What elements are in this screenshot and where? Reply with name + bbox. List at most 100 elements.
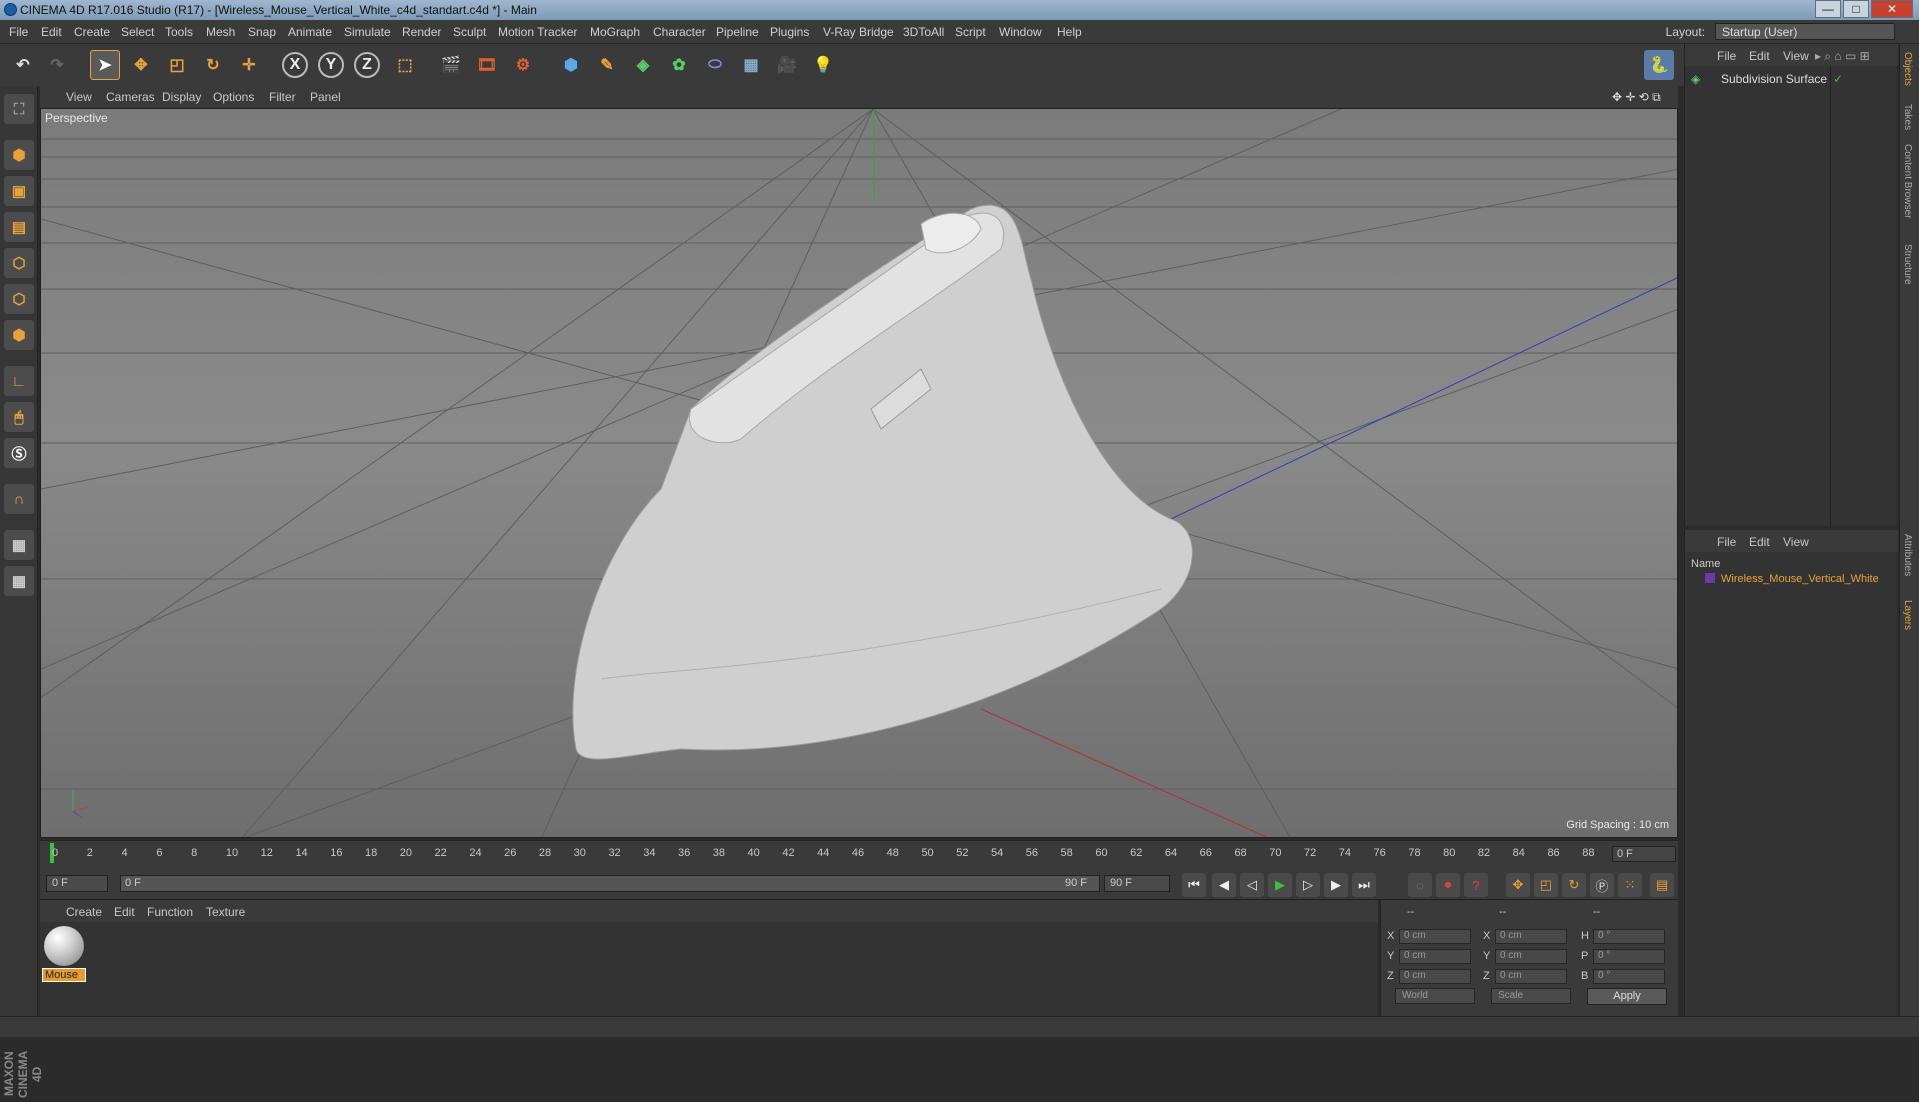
menu-vray-bridge[interactable]: V-Ray Bridge [823,25,894,39]
planar-workplane-icon[interactable]: ▦ [4,566,34,596]
render-view-icon[interactable]: 🎬 [436,50,466,80]
tab-objects[interactable]: Objects [1902,52,1913,86]
viewport-menu-options[interactable]: Options [213,90,254,104]
maximize-button[interactable]: □ [1843,0,1869,18]
coordinate-system-icon[interactable]: ⬚ [390,50,420,80]
menu-file[interactable]: File [9,25,28,39]
objects-menu-edit[interactable]: Edit [1749,49,1770,63]
prev-key-icon[interactable]: ◀ [1212,873,1236,897]
tweak-mode-icon[interactable]: 🖱 [4,402,34,432]
layout-dropdown[interactable]: Startup (User) [1715,23,1895,40]
size-mode-dropdown[interactable]: Scale [1491,988,1571,1004]
select-arrow-icon[interactable]: ➤ [90,50,120,80]
scale-tool-icon[interactable]: ◰ [162,50,192,80]
cloner-icon[interactable]: ✿ [664,50,694,80]
texture-mode-icon[interactable]: ▣ [4,176,34,206]
prev-frame-icon[interactable]: ◁ [1240,873,1264,897]
key-scale-icon[interactable]: ◰ [1534,873,1558,897]
menu-sculpt[interactable]: Sculpt [453,25,486,39]
floor-environment-icon[interactable]: ▦ [736,50,766,80]
objects-menu-file[interactable]: File [1717,49,1736,63]
perspective-viewport[interactable]: Perspective Grid Spacing : 10 cm [40,108,1678,838]
menu-select[interactable]: Select [121,25,154,39]
pen-spline-icon[interactable]: ✎ [592,50,622,80]
apply-button[interactable]: Apply [1587,988,1667,1005]
timeline-ruler[interactable]: 0 2 4 6 8 10 12 14 16 18 20 22 24 26 28 30 32 34 36 38 40 42 4… [40,840,1678,868]
menu-3dtoall[interactable]: 3DToAll [903,25,944,39]
objects-toolbar-icons[interactable]: ▸ ⌕ ⌂ ▭ ⊞ [1815,49,1870,64]
redo-icon[interactable]: ↷ [42,50,72,80]
axis-mode-icon[interactable]: ∟ [4,366,34,396]
layers-menu-edit[interactable]: Edit [1749,535,1770,549]
object-row-subdivision-surface[interactable]: ◈ Subdivision Surface ✓ [1685,70,1898,88]
key-pla-icon[interactable]: ⁙ [1618,873,1642,897]
pos-z-field[interactable]: 0 cm [1399,969,1471,984]
viewport-nav-icons[interactable]: ✥ ✛ ⟲ ⧉ [1612,90,1661,105]
add-object-icon[interactable]: ✛ [234,50,264,80]
tab-takes[interactable]: Takes [1902,104,1913,130]
material-menu-function[interactable]: Function [147,905,193,919]
size-z-field[interactable]: 0 cm [1495,969,1567,984]
menu-edit[interactable]: Edit [41,25,62,39]
material-menu-create[interactable]: Create [66,905,102,919]
viewport-menu-view[interactable]: View [66,90,92,104]
autokey-off-icon[interactable]: ◌ [1408,873,1432,897]
material-menu-texture[interactable]: Texture [206,905,245,919]
menu-animate[interactable]: Animate [288,25,332,39]
size-x-field[interactable]: 0 cm [1495,929,1567,944]
points-mode-icon[interactable]: ⬡ [4,248,34,278]
model-mode-icon[interactable]: ⬢ [4,140,34,170]
z-axis-lock[interactable]: Z [354,52,380,78]
key-rotation-icon[interactable]: ↻ [1562,873,1586,897]
menu-simulate[interactable]: Simulate [344,25,391,39]
pos-y-field[interactable]: 0 cm [1399,949,1471,964]
tab-structure[interactable]: Structure [1902,244,1913,285]
x-axis-lock[interactable]: X [282,52,308,78]
start-frame-field[interactable]: 0 F [46,875,108,892]
end-frame-field[interactable]: 90 F [1104,875,1170,892]
menu-plugins[interactable]: Plugins [770,25,809,39]
rot-h-field[interactable]: 0 ° [1593,929,1665,944]
object-visibility-check-icon[interactable]: ✓ [1833,72,1843,86]
viewport-menu-display[interactable]: Display [162,90,201,104]
key-param-icon[interactable]: Ⓟ [1590,873,1614,897]
menu-tools[interactable]: Tools [165,25,193,39]
frame-range-slider[interactable]: 0 F 90 F [120,875,1100,892]
material-name-label[interactable]: Mouse [42,968,86,982]
workplane-icon[interactable]: ▤ [4,212,34,242]
python-icon[interactable]: 🐍 [1644,50,1674,80]
next-key-icon[interactable]: ▶ [1324,873,1348,897]
goto-end-icon[interactable]: ⏭ [1352,873,1376,897]
render-picture-viewer-icon[interactable]: 🎞 [472,50,502,80]
next-frame-icon[interactable]: ▷ [1296,873,1320,897]
size-y-field[interactable]: 0 cm [1495,949,1567,964]
viewport-menu-cameras[interactable]: Cameras [106,90,155,104]
viewport-menu-panel[interactable]: Panel [310,90,341,104]
render-settings-icon[interactable]: ⚙ [508,50,538,80]
layers-menu-view[interactable]: View [1783,535,1809,549]
menu-script[interactable]: Script [955,25,986,39]
make-editable-icon[interactable]: ⛶ [4,94,34,124]
menu-character[interactable]: Character [653,25,706,39]
menu-pipeline[interactable]: Pipeline [716,25,759,39]
rot-b-field[interactable]: 0 ° [1593,969,1665,984]
coordinate-space-dropdown[interactable]: World [1395,988,1475,1004]
cube-primitive-icon[interactable]: ⬢ [556,50,586,80]
tab-layers[interactable]: Layers [1902,600,1913,630]
menu-motion-tracker[interactable]: Motion Tracker [498,25,577,39]
edges-mode-icon[interactable]: ⬡ [4,284,34,314]
light-icon[interactable]: 💡 [808,50,838,80]
y-axis-lock[interactable]: Y [318,52,344,78]
material-preview-sphere[interactable] [44,926,84,966]
key-position-icon[interactable]: ✥ [1506,873,1530,897]
snap-icon[interactable]: Ⓢ [4,438,34,468]
play-icon[interactable]: ▶ [1268,873,1292,897]
goto-start-icon[interactable]: ⏮ [1182,873,1206,897]
menu-mesh[interactable]: Mesh [206,25,235,39]
autokeying-icon[interactable]: ? [1464,873,1488,897]
menu-window[interactable]: Window [999,25,1042,39]
close-button[interactable]: ✕ [1871,0,1913,18]
layer-row[interactable]: Wireless_Mouse_Vertical_White [1685,572,1898,588]
lock-workplane-icon[interactable]: ▦ [4,530,34,560]
viewport-menu-filter[interactable]: Filter [269,90,296,104]
